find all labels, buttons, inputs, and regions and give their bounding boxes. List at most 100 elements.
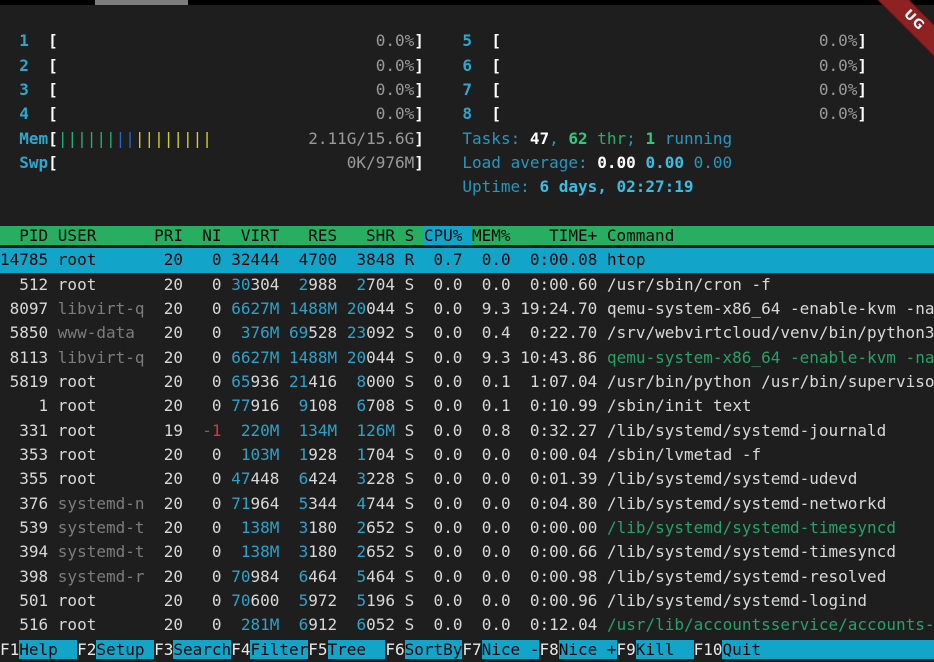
column-header-pri[interactable]: PRI	[154, 226, 193, 245]
process-row-pid-14785[interactable]: 14785 root 20 0 32444 4700 3848 R 0.7 0.…	[0, 248, 934, 272]
spacer	[337, 591, 347, 610]
column-header-ni[interactable]: NI	[193, 226, 232, 245]
cell-pri: 20	[154, 323, 193, 342]
cell-pri: 20	[154, 567, 193, 586]
meter-bracket-open: [	[48, 153, 58, 172]
mem-value-low: 972	[308, 591, 337, 610]
cell-pid: 14785	[0, 250, 58, 269]
column-header-pid[interactable]: PID	[0, 226, 58, 245]
cpu6-percent: 0.0%	[819, 56, 858, 75]
cell-pri: 20	[154, 299, 193, 318]
column-header-s[interactable]: S	[405, 226, 424, 245]
fkey-nice-[interactable]: F8Nice +	[539, 640, 616, 659]
process-row-pid-331[interactable]: 331 root 19 -1 220M 134M 126M S 0.0 0.8 …	[0, 419, 934, 443]
cell-user: root	[58, 469, 154, 488]
mem-value-low: 044	[366, 299, 395, 318]
process-row-pid-5850[interactable]: 5850 www-data 20 0 376M 69528 23092 S 0.…	[0, 321, 934, 345]
swap-meter-and-load-row: Swp[ 0K/976M] Load average: 0.00 0.00 0.…	[0, 151, 934, 175]
fkey-sortby[interactable]: F6SortBy	[385, 640, 462, 659]
process-row-pid-355[interactable]: 355 root 20 0 47448 6424 3228 S 0.0 0.0 …	[0, 467, 934, 491]
spacer	[337, 250, 347, 269]
mem-value-low: 228	[366, 469, 395, 488]
cell-user: libvirt-q	[58, 299, 154, 318]
cell-state: S	[405, 323, 424, 342]
mem-value-low: 052	[366, 615, 395, 634]
mem-value-high: 4	[356, 494, 366, 513]
process-row-pid-398[interactable]: 398 systemd-r 20 0 70984 6464 5464 S 0.0…	[0, 565, 934, 589]
cell-time: 1:07.04	[520, 372, 607, 391]
fkey-filter[interactable]: F4Filter	[231, 640, 308, 659]
process-row-pid-394[interactable]: 394 systemd-t 20 0 138M 3180 2652 S 0.0 …	[0, 540, 934, 564]
cell-pid: 8097	[0, 299, 58, 318]
cell-ni: 0	[193, 396, 232, 415]
process-row-pid-1[interactable]: 1 root 20 0 77916 9108 6708 S 0.0 0.1 0:…	[0, 394, 934, 418]
spacer	[279, 275, 289, 294]
process-row-pid-376[interactable]: 376 systemd-n 20 0 71964 5344 4744 S 0.0…	[0, 492, 934, 516]
fkey-search[interactable]: F3Search	[154, 640, 231, 659]
spacer	[337, 567, 347, 586]
column-header-mem[interactable]: MEM%	[472, 226, 520, 245]
column-header-virt[interactable]: VIRT	[231, 226, 289, 245]
fkey-help[interactable]: F1Help	[0, 640, 77, 659]
spacer	[212, 129, 308, 148]
mem-value-high: 2	[356, 518, 366, 537]
cell-command: /sbin/lvmetad -f	[607, 445, 934, 464]
process-row-pid-353[interactable]: 353 root 20 0 103M 1928 1704 S 0.0 0.0 0…	[0, 443, 934, 467]
cell-cpu-percent: 0.0	[424, 615, 472, 634]
cell-time: 0:12.04	[520, 615, 607, 634]
mem-value-low: 600	[250, 591, 279, 610]
mem-value-low: 848	[366, 250, 395, 269]
fkey-setup[interactable]: F2Setup	[77, 640, 154, 659]
cell-pri: 20	[154, 615, 193, 634]
mem-value-high: 1	[299, 445, 309, 464]
mem-value-high: 65	[231, 372, 250, 391]
cell-user: systemd-t	[58, 518, 154, 537]
column-header-time[interactable]: TIME+	[520, 226, 607, 245]
process-row-pid-8113[interactable]: 8113 libvirt-q 20 0 6627M 1488M 20044 S …	[0, 346, 934, 370]
column-header-cpu[interactable]: CPU%	[424, 226, 472, 245]
mem-value-low: 936	[250, 372, 279, 391]
meter-bracket-close: ]	[414, 31, 424, 50]
htop-screen: 1 [ 0.0%] 5 [ 0.0%] 2 [ 0.0%] 6 [ 0.0%] …	[0, 0, 934, 662]
cell-state: S	[405, 542, 424, 561]
fkey-tree[interactable]: F5Tree	[308, 640, 385, 659]
fkey-label: Filter	[250, 640, 308, 659]
fkey-key: F3	[154, 640, 173, 659]
mem-value-low: 304	[250, 275, 279, 294]
spacer	[231, 542, 241, 561]
column-header-shr[interactable]: SHR	[347, 226, 405, 245]
spacer	[0, 129, 19, 148]
mem-value-high: 23	[347, 323, 366, 342]
mem-value-low: 528	[308, 323, 337, 342]
meter-bracket-close: ]	[857, 104, 867, 123]
process-row-pid-516[interactable]: 516 root 20 0 281M 6912 6052 S 0.0 0.0 0…	[0, 613, 934, 637]
column-header-res[interactable]: RES	[289, 226, 347, 245]
mem-value-high: 376M	[241, 323, 280, 342]
spacer	[289, 615, 299, 634]
cell-time: 0:22.70	[520, 323, 607, 342]
spacer	[231, 615, 241, 634]
column-header-user[interactable]: USER	[58, 226, 154, 245]
fkey-nice-[interactable]: F7Nice -	[462, 640, 539, 659]
cell-pri: 20	[154, 494, 193, 513]
column-header-command[interactable]: Command	[607, 226, 934, 245]
process-row-pid-5819[interactable]: 5819 root 20 0 65936 21416 8000 S 0.0 0.…	[0, 370, 934, 394]
fkey-kill[interactable]: F9Kill	[617, 640, 694, 659]
cell-pri: 19	[154, 421, 193, 440]
fkey-label: Quit	[722, 640, 934, 659]
tasks-separator: ,	[549, 129, 568, 148]
process-row-pid-501[interactable]: 501 root 20 0 70600 5972 5196 S 0.0 0.0 …	[0, 589, 934, 613]
spacer	[289, 567, 299, 586]
cell-state: S	[405, 421, 424, 440]
fkey-label: Nice +	[559, 640, 617, 659]
fkey-key: F1	[0, 640, 19, 659]
process-row-pid-512[interactable]: 512 root 20 0 30304 2988 2704 S 0.0 0.0 …	[0, 273, 934, 297]
fkey-label: SortBy	[405, 640, 463, 659]
mem-value-high: 70	[231, 591, 250, 610]
fkey-quit[interactable]: F10Quit	[694, 640, 934, 659]
mem-value-low: 464	[366, 567, 395, 586]
process-row-pid-8097[interactable]: 8097 libvirt-q 20 0 6627M 1488M 20044 S …	[0, 297, 934, 321]
cell-command: /lib/systemd/systemd-journald	[607, 421, 934, 440]
process-row-pid-539[interactable]: 539 systemd-t 20 0 138M 3180 2652 S 0.0 …	[0, 516, 934, 540]
tasks-running-count: 1	[645, 129, 655, 148]
